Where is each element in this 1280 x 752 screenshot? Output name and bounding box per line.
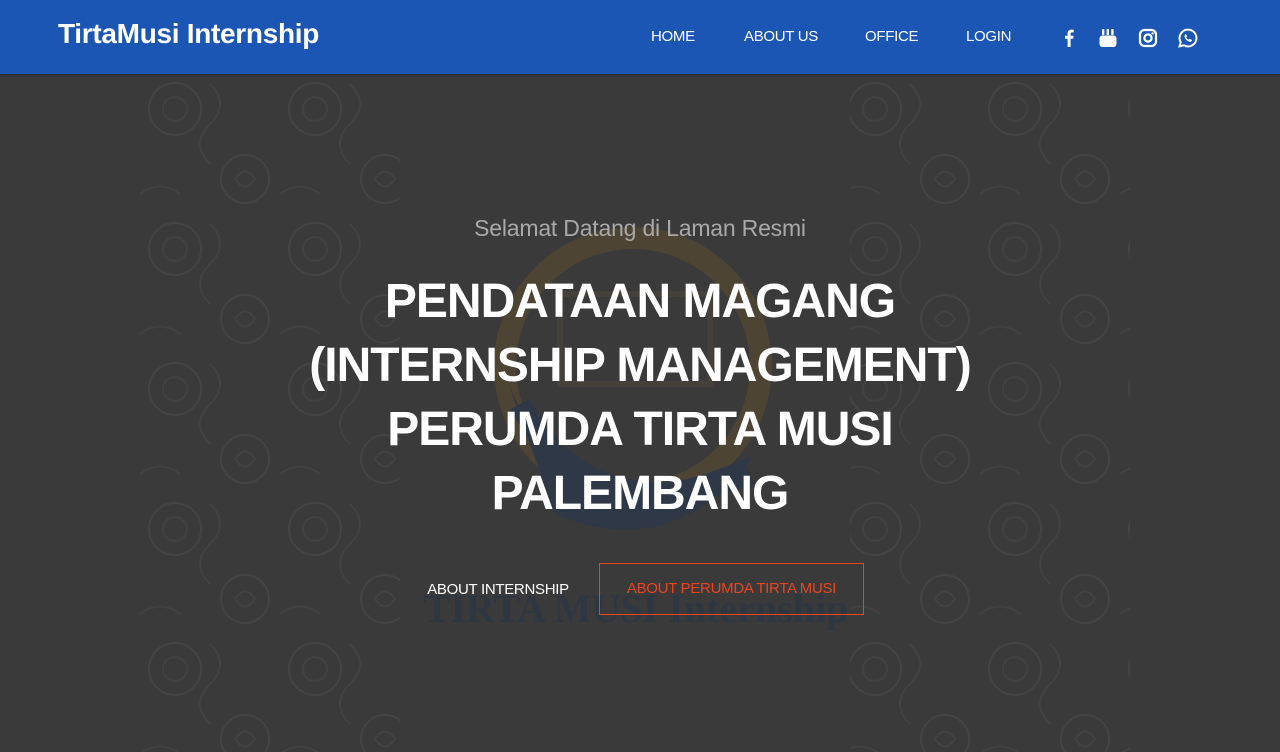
hero-subtitle: Selamat Datang di Laman Resmi [474,215,806,241]
nav-home-link[interactable]: HOME [651,28,695,45]
hero-title-line-2: (INTERNSHIP MANAGEMENT) [309,339,971,392]
nav-about-link[interactable]: ABOUT US [744,28,818,45]
hero-section: TIRTA MUSI Internship Selamat Datang di … [0,74,1280,752]
about-perumda-button[interactable]: ABOUT PERUMDA TIRTA MUSI [599,563,864,615]
brand-logo-text[interactable]: TirtaMusi Internship [58,18,319,50]
nav-login-link[interactable]: LOGIN [966,28,1011,45]
hero-title-line-4: PALEMBANG [491,467,790,520]
hero-title-line-1: PENDATAAN MAGANG [384,275,896,328]
youtube-icon[interactable] [1097,27,1119,49]
whatsapp-icon[interactable] [1177,27,1199,49]
instagram-icon[interactable] [1137,27,1159,49]
about-internship-button[interactable]: ABOUT INTERNSHIP [412,564,584,616]
navbar: TirtaMusi Internship HOME ABOUT US OFFIC… [0,0,1280,74]
hero-title: PENDATAAN MAGANG (INTERNSHIP MANAGEMENT)… [240,270,1040,526]
facebook-icon[interactable] [1058,27,1080,49]
hero-title-line-3: PERUMDA TIRTA MUSI [387,403,894,456]
nav-office-link[interactable]: OFFICE [865,28,919,45]
